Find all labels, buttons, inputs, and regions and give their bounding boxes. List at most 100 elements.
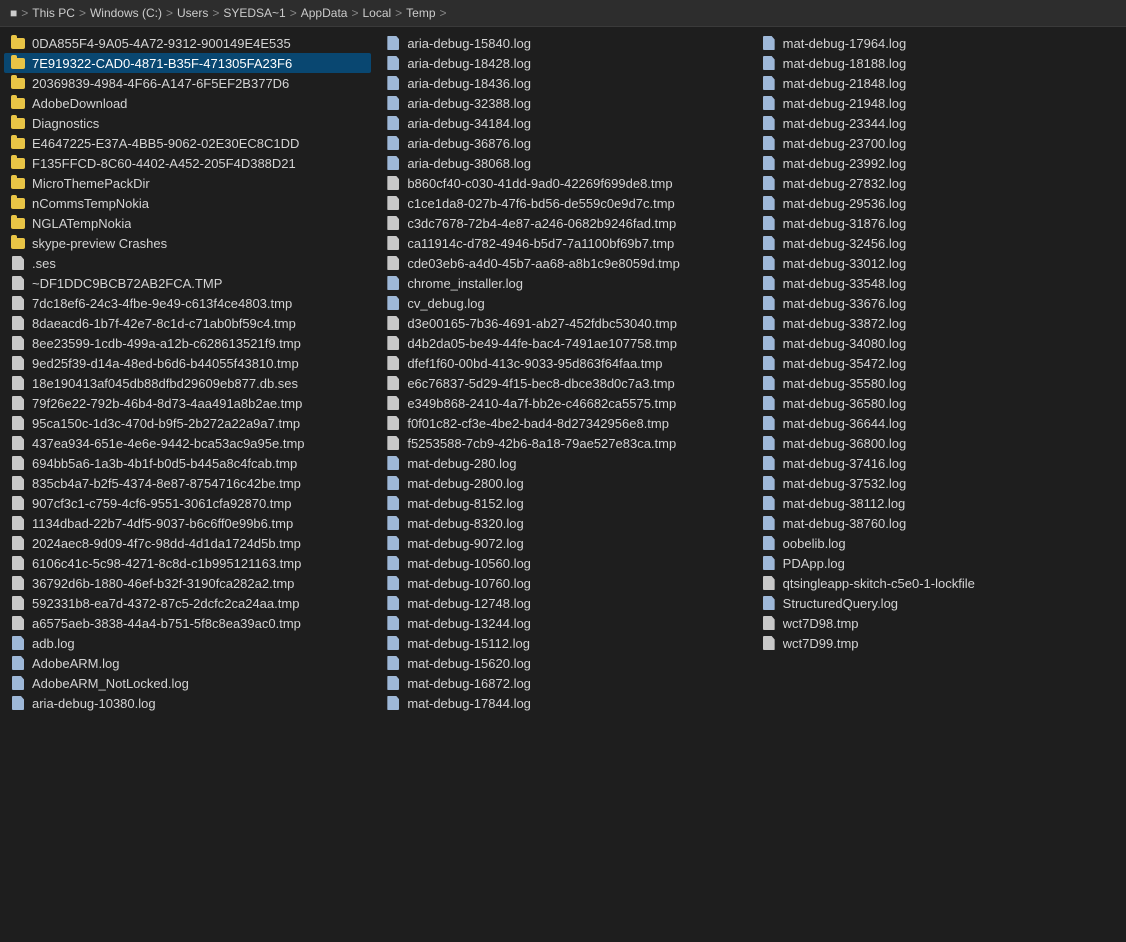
list-item[interactable]: mat-debug-18188.log [755,53,1122,73]
breadcrumb-local[interactable]: Local [362,6,391,20]
list-item[interactable]: mat-debug-38112.log [755,493,1122,513]
breadcrumb-drive[interactable]: Windows (C:) [90,6,162,20]
list-item[interactable]: mat-debug-21848.log [755,73,1122,93]
list-item[interactable]: 835cb4a7-b2f5-4374-8e87-8754716c42be.tmp [4,473,371,493]
list-item[interactable]: c1ce1da8-027b-47f6-bd56-de559c0e9d7c.tmp [379,193,746,213]
list-item[interactable]: AdobeARM_NotLocked.log [4,673,371,693]
list-item[interactable]: 20369839-4984-4F66-A147-6F5EF2B377D6 [4,73,371,93]
list-item[interactable]: mat-debug-31876.log [755,213,1122,233]
list-item[interactable]: 7E919322-CAD0-4871-B35F-471305FA23F6 [4,53,371,73]
list-item[interactable]: mat-debug-23700.log [755,133,1122,153]
list-item[interactable]: mat-debug-15620.log [379,653,746,673]
list-item[interactable]: mat-debug-36580.log [755,393,1122,413]
list-item[interactable]: wct7D99.tmp [755,633,1122,653]
list-item[interactable]: aria-debug-38068.log [379,153,746,173]
list-item[interactable]: e6c76837-5d29-4f15-bec8-dbce38d0c7a3.tmp [379,373,746,393]
list-item[interactable]: mat-debug-12748.log [379,593,746,613]
list-item[interactable]: ca11914c-d782-4946-b5d7-7a1100bf69b7.tmp [379,233,746,253]
breadcrumb-temp[interactable]: Temp [406,6,435,20]
breadcrumb-this-pc[interactable]: This PC [32,6,75,20]
list-item[interactable]: aria-debug-18428.log [379,53,746,73]
list-item[interactable]: mat-debug-17964.log [755,33,1122,53]
list-item[interactable]: mat-debug-36644.log [755,413,1122,433]
list-item[interactable]: mat-debug-34080.log [755,333,1122,353]
list-item[interactable]: 18e190413af045db88dfbd29609eb877.db.ses [4,373,371,393]
list-item[interactable]: mat-debug-33676.log [755,293,1122,313]
list-item[interactable]: mat-debug-33548.log [755,273,1122,293]
list-item[interactable]: 2024aec8-9d09-4f7c-98dd-4d1da1724d5b.tmp [4,533,371,553]
list-item[interactable]: mat-debug-8152.log [379,493,746,513]
list-item[interactable]: .ses [4,253,371,273]
list-item[interactable]: 36792d6b-1880-46ef-b32f-3190fca282a2.tmp [4,573,371,593]
list-item[interactable]: mat-debug-23992.log [755,153,1122,173]
list-item[interactable]: mat-debug-38760.log [755,513,1122,533]
list-item[interactable]: aria-debug-15840.log [379,33,746,53]
list-item[interactable]: 8ee23599-1cdb-499a-a12b-c628613521f9.tmp [4,333,371,353]
list-item[interactable]: skype-preview Crashes [4,233,371,253]
list-item[interactable]: dfef1f60-00bd-413c-9033-95d863f64faa.tmp [379,353,746,373]
list-item[interactable]: aria-debug-34184.log [379,113,746,133]
list-item[interactable]: mat-debug-13244.log [379,613,746,633]
list-item[interactable]: mat-debug-16872.log [379,673,746,693]
list-item[interactable]: qtsingleapp-skitch-c5e0-1-lockfile [755,573,1122,593]
list-item[interactable]: adb.log [4,633,371,653]
list-item[interactable]: mat-debug-37416.log [755,453,1122,473]
list-item[interactable]: 694bb5a6-1a3b-4b1f-b0d5-b445a8c4fcab.tmp [4,453,371,473]
list-item[interactable]: F135FFCD-8C60-4402-A452-205F4D388D21 [4,153,371,173]
list-item[interactable]: mat-debug-15112.log [379,633,746,653]
list-item[interactable]: mat-debug-2800.log [379,473,746,493]
list-item[interactable]: 7dc18ef6-24c3-4fbe-9e49-c613f4ce4803.tmp [4,293,371,313]
list-item[interactable]: PDApp.log [755,553,1122,573]
list-item[interactable]: mat-debug-21948.log [755,93,1122,113]
list-item[interactable]: cv_debug.log [379,293,746,313]
list-item[interactable]: mat-debug-10560.log [379,553,746,573]
list-item[interactable]: ~DF1DDC9BCB72AB2FCA.TMP [4,273,371,293]
list-item[interactable]: mat-debug-37532.log [755,473,1122,493]
list-item[interactable]: mat-debug-27832.log [755,173,1122,193]
list-item[interactable]: d4b2da05-be49-44fe-bac4-7491ae107758.tmp [379,333,746,353]
list-item[interactable]: 79f26e22-792b-46b4-8d73-4aa491a8b2ae.tmp [4,393,371,413]
list-item[interactable]: 95ca150c-1d3c-470d-b9f5-2b272a22a9a7.tmp [4,413,371,433]
list-item[interactable]: mat-debug-9072.log [379,533,746,553]
list-item[interactable]: mat-debug-8320.log [379,513,746,533]
list-item[interactable]: AdobeARM.log [4,653,371,673]
list-item[interactable]: aria-debug-36876.log [379,133,746,153]
list-item[interactable]: wct7D98.tmp [755,613,1122,633]
list-item[interactable]: 592331b8-ea7d-4372-87c5-2dcfc2ca24aa.tmp [4,593,371,613]
list-item[interactable]: aria-debug-18436.log [379,73,746,93]
list-item[interactable]: StructuredQuery.log [755,593,1122,613]
breadcrumb-appdata[interactable]: AppData [301,6,348,20]
list-item[interactable]: 1134dbad-22b7-4df5-9037-b6c6ff0e99b6.tmp [4,513,371,533]
list-item[interactable]: E4647225-E37A-4BB5-9062-02E30EC8C1DD [4,133,371,153]
list-item[interactable]: MicroThemePackDir [4,173,371,193]
list-item[interactable]: e349b868-2410-4a7f-bb2e-c46682ca5575.tmp [379,393,746,413]
list-item[interactable]: mat-debug-10760.log [379,573,746,593]
list-item[interactable]: chrome_installer.log [379,273,746,293]
list-item[interactable]: mat-debug-33012.log [755,253,1122,273]
list-item[interactable]: a6575aeb-3838-44a4-b751-5f8c8ea39ac0.tmp [4,613,371,633]
list-item[interactable]: mat-debug-36800.log [755,433,1122,453]
list-item[interactable]: mat-debug-29536.log [755,193,1122,213]
list-item[interactable]: mat-debug-17844.log [379,693,746,713]
list-item[interactable]: mat-debug-32456.log [755,233,1122,253]
list-item[interactable]: mat-debug-35580.log [755,373,1122,393]
list-item[interactable]: 907cf3c1-c759-4cf6-9551-3061cfa92870.tmp [4,493,371,513]
list-item[interactable]: d3e00165-7b36-4691-ab27-452fdbc53040.tmp [379,313,746,333]
list-item[interactable]: cde03eb6-a4d0-45b7-aa68-a8b1c9e8059d.tmp [379,253,746,273]
list-item[interactable]: c3dc7678-72b4-4e87-a246-0682b9246fad.tmp [379,213,746,233]
list-item[interactable]: 9ed25f39-d14a-48ed-b6d6-b44055f43810.tmp [4,353,371,373]
list-item[interactable]: b860cf40-c030-41dd-9ad0-42269f699de8.tmp [379,173,746,193]
list-item[interactable]: Diagnostics [4,113,371,133]
list-item[interactable]: mat-debug-35472.log [755,353,1122,373]
list-item[interactable]: f5253588-7cb9-42b6-8a18-79ae527e83ca.tmp [379,433,746,453]
breadcrumb-user[interactable]: SYEDSA~1 [223,6,285,20]
breadcrumb-users[interactable]: Users [177,6,208,20]
list-item[interactable]: mat-debug-280.log [379,453,746,473]
list-item[interactable]: aria-debug-10380.log [4,693,371,713]
list-item[interactable]: mat-debug-33872.log [755,313,1122,333]
list-item[interactable]: 6106c41c-5c98-4271-8c8d-c1b995121163.tmp [4,553,371,573]
list-item[interactable]: NGLATempNokia [4,213,371,233]
list-item[interactable]: nCommsTempNokia [4,193,371,213]
list-item[interactable]: f0f01c82-cf3e-4be2-bad4-8d27342956e8.tmp [379,413,746,433]
list-item[interactable]: 437ea934-651e-4e6e-9442-bca53ac9a95e.tmp [4,433,371,453]
